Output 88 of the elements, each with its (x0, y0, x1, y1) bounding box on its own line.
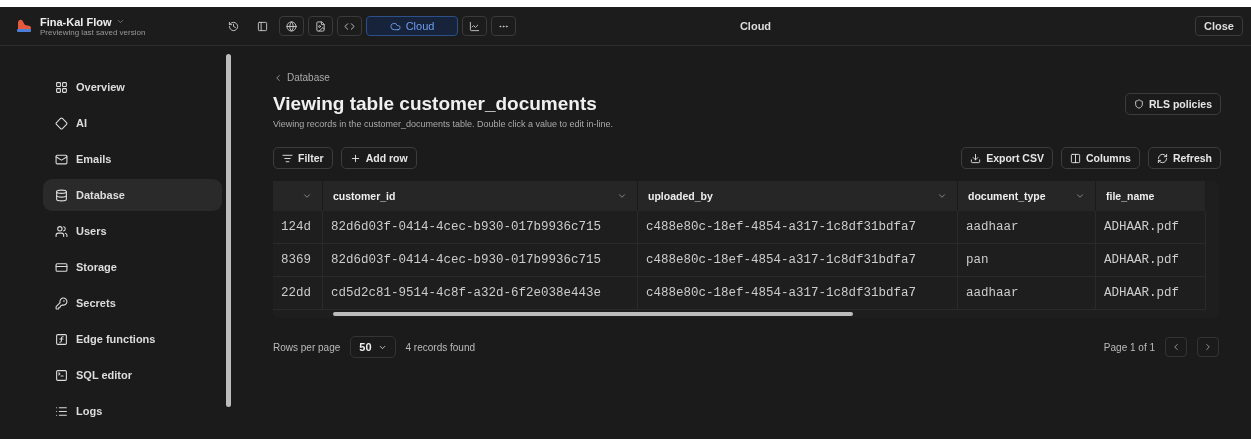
breadcrumb-link[interactable]: Database (273, 72, 1221, 83)
table-cell: c488e80c-18ef-4854-a317-1c8df31bdfa7 (638, 244, 958, 277)
close-button[interactable]: Close (1195, 16, 1243, 36)
globe-icon (286, 20, 297, 32)
panel-title: Cloud (738, 20, 773, 32)
chevron-left-icon (273, 72, 283, 83)
function-icon (55, 332, 68, 346)
table-cell: ADHAAR.pdf (1096, 277, 1206, 310)
download-icon (970, 152, 982, 164)
records-count: 4 records found (405, 341, 475, 353)
action-button[interactable]: Add row (340, 147, 417, 169)
code-icon (344, 20, 355, 32)
toolbar-button[interactable] (462, 16, 487, 36)
users-icon (55, 224, 68, 238)
refresh-icon (1156, 152, 1168, 164)
app-name[interactable]: Fina-Kal Flow (40, 15, 146, 28)
mail-icon (55, 152, 68, 166)
sidebar-item[interactable]: SQL editor (43, 359, 222, 391)
database-icon (55, 188, 68, 202)
cloud-tab[interactable]: Cloud (366, 16, 458, 36)
rows-per-page-select[interactable]: 50 (350, 336, 396, 358)
table-cell: ADHAAR.pdf (1096, 244, 1206, 277)
image-file-icon (315, 20, 326, 32)
table-cell: pan (958, 244, 1096, 277)
column-label: document_type (968, 190, 1046, 202)
diamond-icon (55, 116, 68, 130)
rows-per-page-label: Rows per page (273, 341, 341, 353)
chevron-down-icon (937, 191, 947, 201)
sidebar-item[interactable]: AI (43, 107, 222, 139)
storage-icon (55, 260, 68, 274)
page-title: Viewing table customer_documents (273, 93, 597, 115)
table-cell: c488e80c-18ef-4854-a317-1c8df31bdfa7 (638, 211, 958, 244)
list-icon (55, 404, 68, 418)
toolbar-button[interactable] (308, 16, 333, 36)
filter-icon (282, 152, 293, 164)
rls-policies-button[interactable]: RLS policies (1125, 93, 1221, 115)
table-cell: 22dd (273, 277, 323, 310)
table-cell: aadhaar (958, 211, 1096, 244)
toolbar-button[interactable] (279, 16, 304, 36)
page-description: Viewing records in the customer_documents table. Double click a value to edit in-line. (273, 119, 614, 129)
column-header[interactable]: document_type (958, 181, 1096, 211)
column-header[interactable]: customer_id (323, 181, 638, 211)
app-subtitle: Previewing last saved version (40, 27, 146, 37)
horizontal-scrollbar[interactable] (333, 312, 853, 316)
action-button[interactable]: Columns (1060, 147, 1140, 169)
page-indicator: Page 1 of 1 (1103, 341, 1155, 353)
scrollbar[interactable] (226, 54, 231, 407)
plus-icon (349, 152, 361, 164)
cloud-icon (389, 20, 401, 32)
column-label: customer_id (333, 190, 396, 202)
sidebar-item[interactable]: Overview (43, 71, 222, 103)
chevron-down-icon (617, 191, 627, 201)
key-icon (55, 296, 68, 310)
shield-icon (1134, 99, 1144, 109)
terminal-icon (55, 368, 68, 382)
sidebar-item[interactable]: Storage (43, 251, 222, 283)
chevron-down-icon (115, 17, 125, 26)
table-cell: 8369 (273, 244, 323, 277)
column-label: uploaded_by (648, 190, 713, 202)
table-cell: 82d6d03f-0414-4cec-b930-017b9936c715 (323, 244, 638, 277)
grid-icon (55, 80, 68, 94)
action-button[interactable]: Filter (273, 147, 333, 169)
chevron-right-icon (1203, 342, 1213, 352)
sidebar-item[interactable]: Edge functions (43, 323, 222, 355)
logo-icon (16, 19, 32, 33)
table-cell: c488e80c-18ef-4854-a317-1c8df31bdfa7 (638, 277, 958, 310)
sidebar-item[interactable]: Users (43, 215, 222, 247)
column-label: file_name (1106, 190, 1155, 202)
column-header[interactable]: uploaded_by (638, 181, 958, 211)
sidebar-item[interactable]: Emails (43, 143, 222, 175)
chevron-down-icon (1075, 191, 1085, 201)
table-cell: 82d6d03f-0414-4cec-b930-017b9936c715 (323, 211, 638, 244)
table-cell: aadhaar (958, 277, 1096, 310)
chart-icon (469, 20, 480, 32)
panel-icon (257, 20, 268, 32)
sidebar-item[interactable]: Logs (43, 395, 222, 427)
table-cell: ADHAAR.pdf (1096, 211, 1206, 244)
columns-icon (1069, 152, 1081, 164)
column-header[interactable]: file_name (1096, 181, 1206, 211)
action-button[interactable]: Refresh (1147, 147, 1221, 169)
table-cell: 124d (273, 211, 323, 244)
sidebar-item[interactable]: Secrets (43, 287, 222, 319)
chevron-left-icon (1171, 342, 1181, 352)
chevron-down-icon (302, 191, 312, 201)
action-button[interactable]: Export CSV (961, 147, 1053, 169)
table-cell: cd5d2c81-9514-4c8f-a32d-6f2e038e443e (323, 277, 638, 310)
sidebar-item[interactable]: Database (43, 179, 222, 211)
history-icon (228, 20, 239, 32)
